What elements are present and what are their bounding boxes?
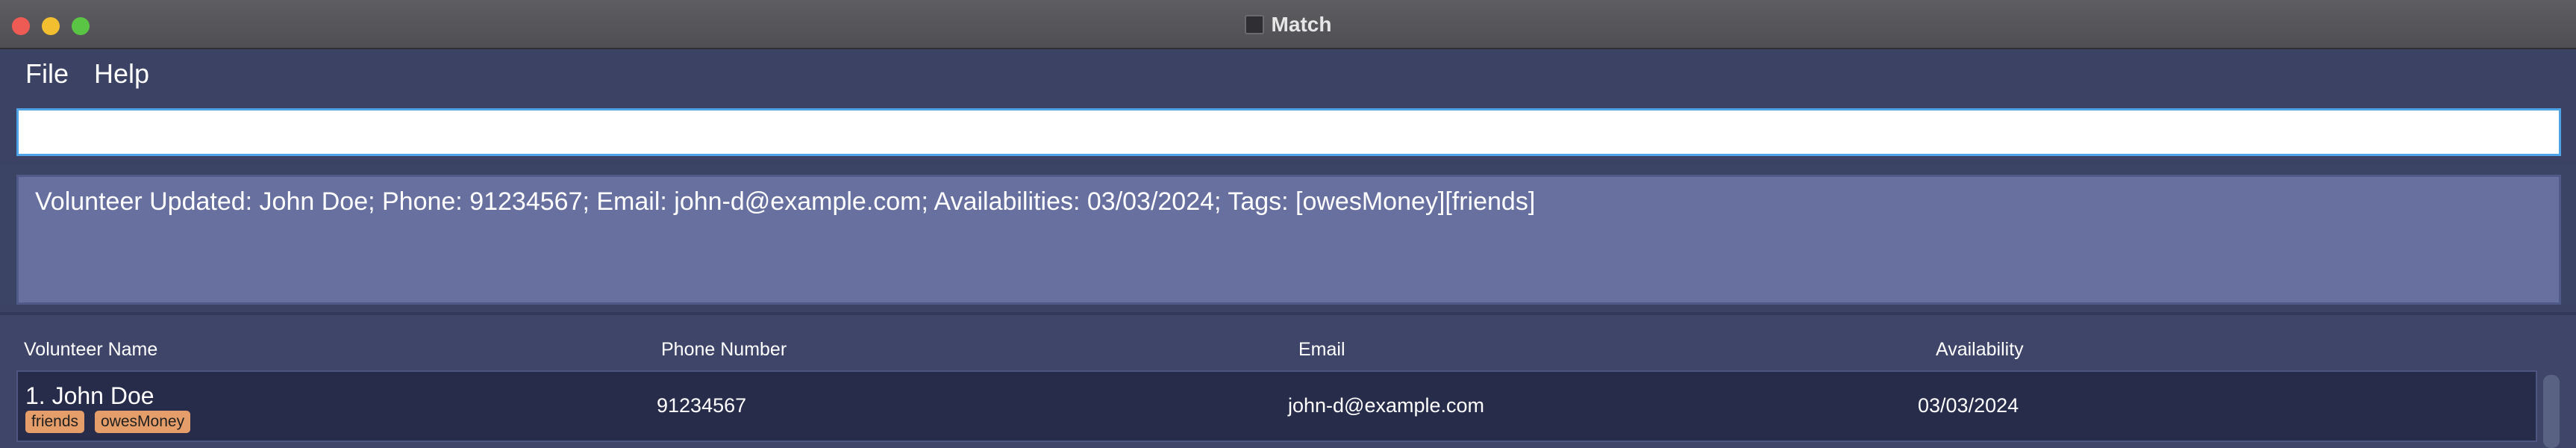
title-bar: Match bbox=[0, 0, 2576, 49]
volunteer-phone: 91234567 bbox=[657, 394, 747, 417]
volunteer-availability: 03/03/2024 bbox=[1918, 394, 2019, 417]
menu-file[interactable]: File bbox=[25, 58, 69, 90]
window-title: Match bbox=[1271, 13, 1332, 36]
list-scrollbar[interactable] bbox=[2543, 375, 2560, 448]
menu-bar: File Help bbox=[0, 49, 2576, 103]
header-phone-number: Phone Number bbox=[661, 339, 787, 360]
tag-badge: owesMoney bbox=[95, 411, 191, 433]
app-icon bbox=[1244, 15, 1264, 34]
menu-help[interactable]: Help bbox=[94, 58, 149, 90]
window-title-group: Match bbox=[0, 0, 2576, 49]
result-display: Volunteer Updated: John Doe; Phone: 9123… bbox=[16, 175, 2561, 305]
command-input[interactable] bbox=[16, 108, 2561, 156]
volunteer-row[interactable]: 1. John Doe friends owesMoney 91234567 j… bbox=[16, 370, 2537, 442]
tag-badge: friends bbox=[25, 411, 85, 433]
header-volunteer-name: Volunteer Name bbox=[24, 339, 158, 360]
volunteer-name: 1. John Doe bbox=[25, 382, 154, 409]
volunteer-email: john-d@example.com bbox=[1288, 394, 1485, 417]
header-availability: Availability bbox=[1936, 339, 2024, 360]
result-message: Volunteer Updated: John Doe; Phone: 9123… bbox=[35, 187, 1536, 216]
header-email: Email bbox=[1298, 339, 1345, 360]
tag-list: friends owesMoney bbox=[25, 411, 191, 433]
